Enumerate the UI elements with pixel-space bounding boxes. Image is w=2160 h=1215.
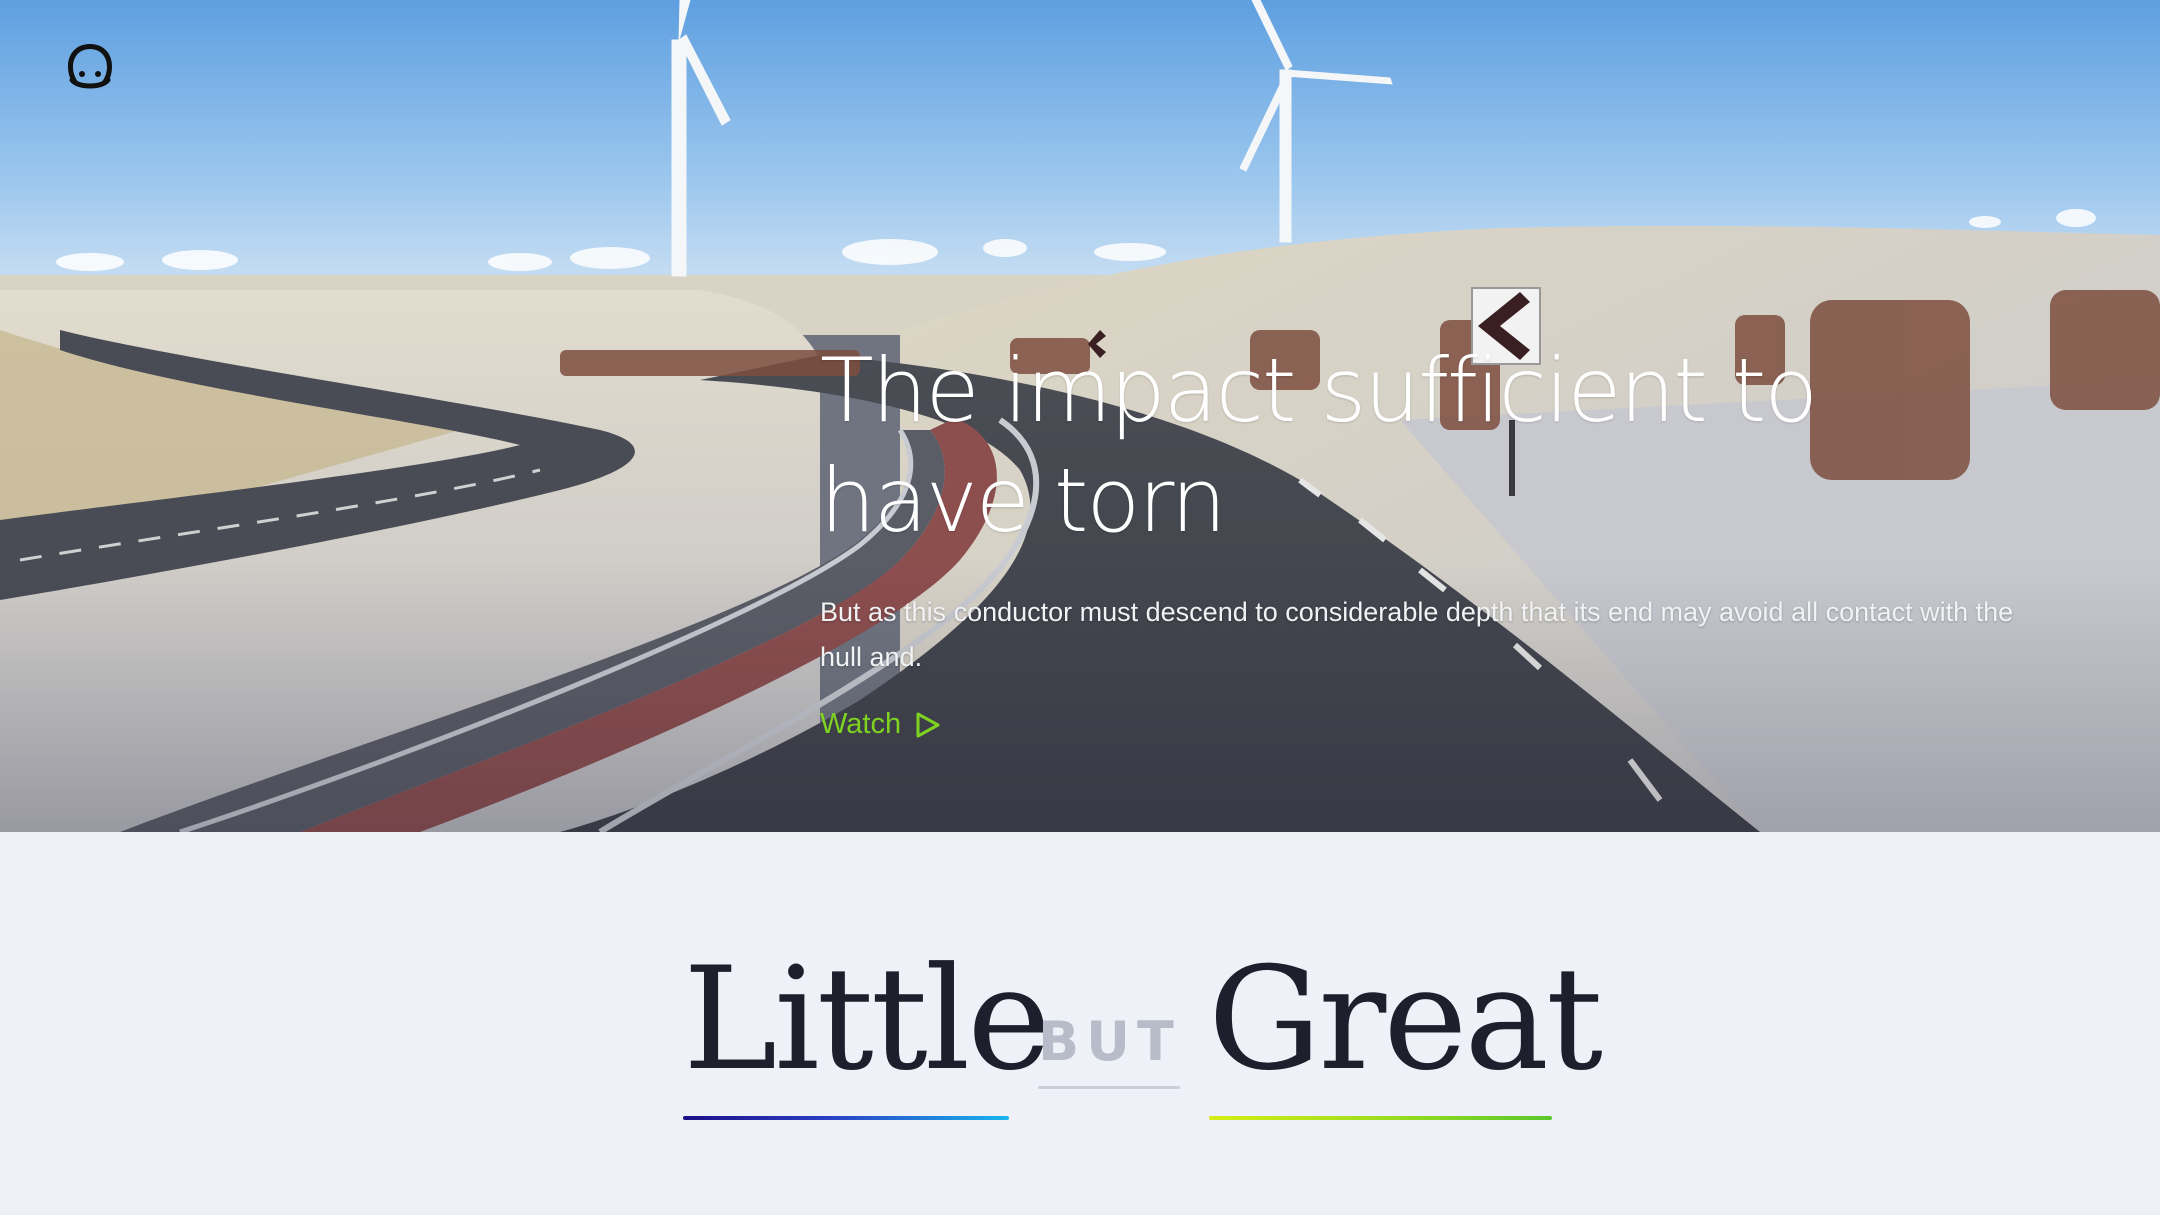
little-underline — [683, 1116, 1009, 1120]
tagline-section: Little BUT Great — [0, 940, 2160, 1140]
hero-section: The impact sufficient to have torn But a… — [0, 0, 2160, 832]
play-outline-icon — [916, 712, 940, 737]
hero-title: The impact sufficient to have torn — [820, 339, 1818, 552]
brand-logo-icon[interactable] — [64, 40, 116, 92]
hero-content: The impact sufficient to have torn But a… — [820, 336, 2020, 741]
great-underline — [1209, 1116, 1552, 1120]
but-underline — [1038, 1086, 1180, 1089]
tagline-word-great: Great — [1208, 937, 1603, 1102]
watch-button[interactable]: Watch — [820, 708, 941, 741]
tagline-connector-but: BUT — [1038, 1010, 1181, 1073]
watch-label: Watch — [820, 708, 902, 740]
hero-description: But as this conductor must descend to co… — [820, 597, 2014, 672]
tagline-word-little: Little — [683, 937, 1051, 1102]
